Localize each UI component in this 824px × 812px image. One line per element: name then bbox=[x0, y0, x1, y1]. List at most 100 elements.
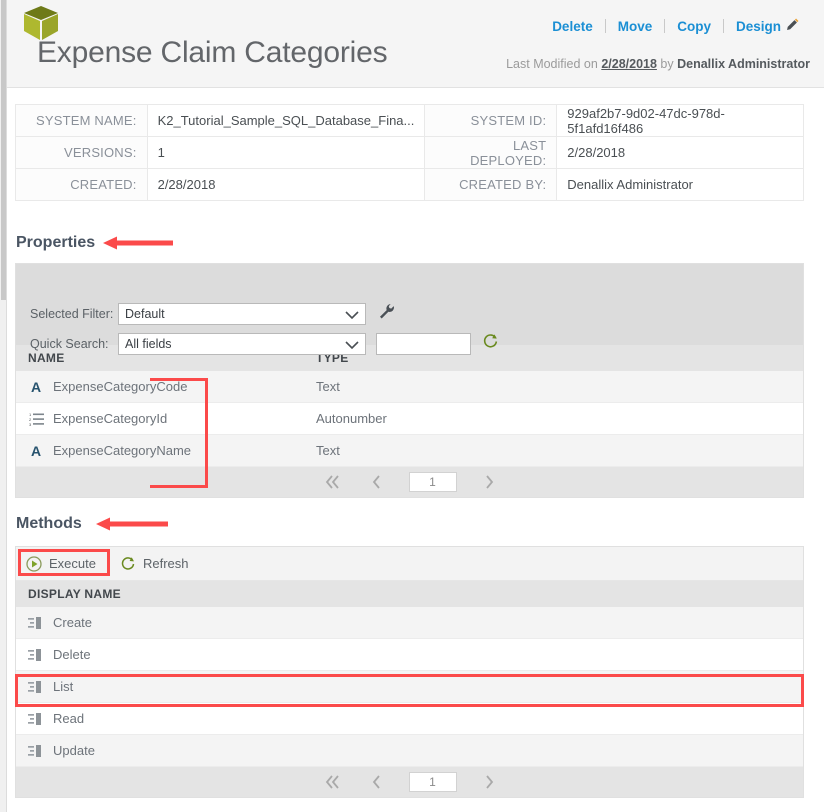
previous-page-button[interactable] bbox=[369, 474, 383, 490]
system-name-value: K2_Tutorial_Sample_SQL_Database_Fina... bbox=[147, 105, 425, 137]
refresh-icon bbox=[120, 556, 136, 572]
table-row[interactable]: Read bbox=[16, 703, 803, 735]
svg-text:A: A bbox=[31, 443, 41, 459]
page-number-input[interactable]: 1 bbox=[409, 772, 457, 792]
last-deployed-value: 2/28/2018 bbox=[557, 137, 804, 169]
page-title: Expense Claim Categories bbox=[37, 36, 387, 70]
property-type: Autonumber bbox=[316, 411, 387, 426]
page-header: Delete Move Copy Design Expense Claim Ca… bbox=[7, 0, 824, 88]
search-input[interactable] bbox=[376, 333, 471, 355]
last-modified-prefix: Last Modified on bbox=[506, 57, 598, 71]
system-name-label: SYSTEM NAME: bbox=[16, 105, 148, 137]
method-name: Create bbox=[53, 615, 92, 630]
table-row[interactable]: Create bbox=[16, 607, 803, 639]
method-icon bbox=[28, 616, 45, 630]
selected-filter-label: Selected Filter: bbox=[30, 307, 118, 321]
table-row[interactable]: 1 2 3 ExpenseCategoryId Autonumber bbox=[16, 403, 803, 435]
created-value: 2/28/2018 bbox=[147, 169, 425, 201]
page-scrollbar[interactable] bbox=[0, 0, 7, 812]
scrollbar-thumb[interactable] bbox=[1, 0, 6, 300]
table-row[interactable]: A ExpenseCategoryName Text bbox=[16, 435, 803, 467]
table-row[interactable]: Delete bbox=[16, 639, 803, 671]
created-label: CREATED: bbox=[16, 169, 148, 201]
created-by-label: CREATED BY: bbox=[425, 169, 557, 201]
table-row: SYSTEM NAME: K2_Tutorial_Sample_SQL_Data… bbox=[16, 105, 804, 137]
selected-filter-value: Default bbox=[125, 307, 165, 321]
first-page-button[interactable] bbox=[323, 474, 343, 490]
property-type: Text bbox=[316, 443, 340, 458]
move-link[interactable]: Move bbox=[606, 19, 665, 34]
system-id-value: 929af2b7-9d02-47dc-978d-5f1afd16f486 bbox=[557, 105, 804, 137]
play-icon bbox=[26, 556, 42, 572]
system-info-table: SYSTEM NAME: K2_Tutorial_Sample_SQL_Data… bbox=[15, 104, 804, 201]
column-header-display-name: DISPLAY NAME bbox=[16, 587, 316, 601]
table-row[interactable]: List bbox=[16, 671, 803, 703]
method-name: Update bbox=[53, 743, 95, 758]
last-modified-by-word: by bbox=[660, 57, 673, 71]
properties-heading: Properties bbox=[16, 234, 95, 252]
table-row: VERSIONS: 1 LAST DEPLOYED: 2/28/2018 bbox=[16, 137, 804, 169]
text-type-icon: A bbox=[28, 379, 45, 395]
svg-text:3: 3 bbox=[29, 422, 32, 427]
execute-button[interactable]: Execute bbox=[16, 550, 110, 578]
methods-toolbar: Execute Refresh bbox=[16, 547, 803, 581]
refresh-icon[interactable] bbox=[482, 333, 499, 355]
wrench-icon[interactable] bbox=[378, 303, 395, 325]
refresh-button[interactable]: Refresh bbox=[110, 550, 203, 578]
selected-filter-row: Selected Filter: Default bbox=[30, 303, 395, 325]
previous-page-button[interactable] bbox=[369, 774, 383, 790]
last-modified-date[interactable]: 2/28/2018 bbox=[601, 57, 657, 71]
versions-value: 1 bbox=[147, 137, 425, 169]
method-icon bbox=[28, 648, 45, 662]
versions-label: VERSIONS: bbox=[16, 137, 148, 169]
table-row: CREATED: 2/28/2018 CREATED BY: Denallix … bbox=[16, 169, 804, 201]
properties-panel: Selected Filter: Default Quick Sea bbox=[15, 263, 804, 498]
properties-pager: 1 bbox=[16, 467, 803, 497]
created-by-value: Denallix Administrator bbox=[557, 169, 804, 201]
property-name: ExpenseCategoryId bbox=[53, 411, 167, 426]
svg-text:A: A bbox=[31, 379, 41, 395]
methods-pager: 1 bbox=[16, 767, 803, 797]
properties-arrow-annotation bbox=[103, 236, 173, 255]
chevron-down-icon bbox=[345, 339, 359, 354]
system-id-label: SYSTEM ID: bbox=[425, 105, 557, 137]
first-page-button[interactable] bbox=[323, 774, 343, 790]
method-icon bbox=[28, 712, 45, 726]
text-type-icon: A bbox=[28, 443, 45, 459]
method-name: Delete bbox=[53, 647, 91, 662]
last-modified-info: Last Modified on 2/28/2018 by Denallix A… bbox=[506, 57, 810, 71]
refresh-label: Refresh bbox=[143, 556, 189, 571]
quick-search-row: Quick Search: All fields bbox=[30, 333, 499, 355]
method-name: List bbox=[53, 679, 73, 694]
table-row[interactable]: Update bbox=[16, 735, 803, 767]
design-label: Design bbox=[736, 19, 781, 34]
property-name: ExpenseCategoryCode bbox=[53, 379, 187, 394]
last-deployed-label: LAST DEPLOYED: bbox=[425, 137, 557, 169]
next-page-button[interactable] bbox=[483, 774, 497, 790]
header-actions: Delete Move Copy Design bbox=[540, 17, 812, 35]
property-name: ExpenseCategoryName bbox=[53, 443, 191, 458]
method-icon bbox=[28, 744, 45, 758]
quick-search-label: Quick Search: bbox=[30, 337, 118, 351]
methods-heading: Methods bbox=[16, 515, 82, 533]
method-icon bbox=[28, 680, 45, 694]
selected-filter-select[interactable]: Default bbox=[118, 303, 366, 325]
property-type: Text bbox=[316, 379, 340, 394]
methods-arrow-annotation bbox=[96, 517, 168, 536]
execute-label: Execute bbox=[49, 556, 96, 571]
methods-panel: Execute Refresh DISPLAY NAME bbox=[15, 546, 804, 798]
page-root: Delete Move Copy Design Expense Claim Ca… bbox=[0, 0, 824, 812]
quick-search-select[interactable]: All fields bbox=[118, 333, 366, 355]
table-row[interactable]: A ExpenseCategoryCode Text bbox=[16, 371, 803, 403]
delete-link[interactable]: Delete bbox=[540, 19, 605, 34]
next-page-button[interactable] bbox=[483, 474, 497, 490]
quick-search-value: All fields bbox=[125, 337, 172, 351]
page-number-input[interactable]: 1 bbox=[409, 472, 457, 492]
pencil-icon bbox=[785, 17, 800, 35]
autonumber-type-icon: 1 2 3 bbox=[28, 411, 45, 427]
method-name: Read bbox=[53, 711, 84, 726]
design-link[interactable]: Design bbox=[724, 17, 812, 35]
last-modified-user: Denallix Administrator bbox=[677, 57, 810, 71]
properties-filter-bar: Selected Filter: Default Quick Sea bbox=[16, 264, 803, 345]
copy-link[interactable]: Copy bbox=[665, 19, 723, 34]
